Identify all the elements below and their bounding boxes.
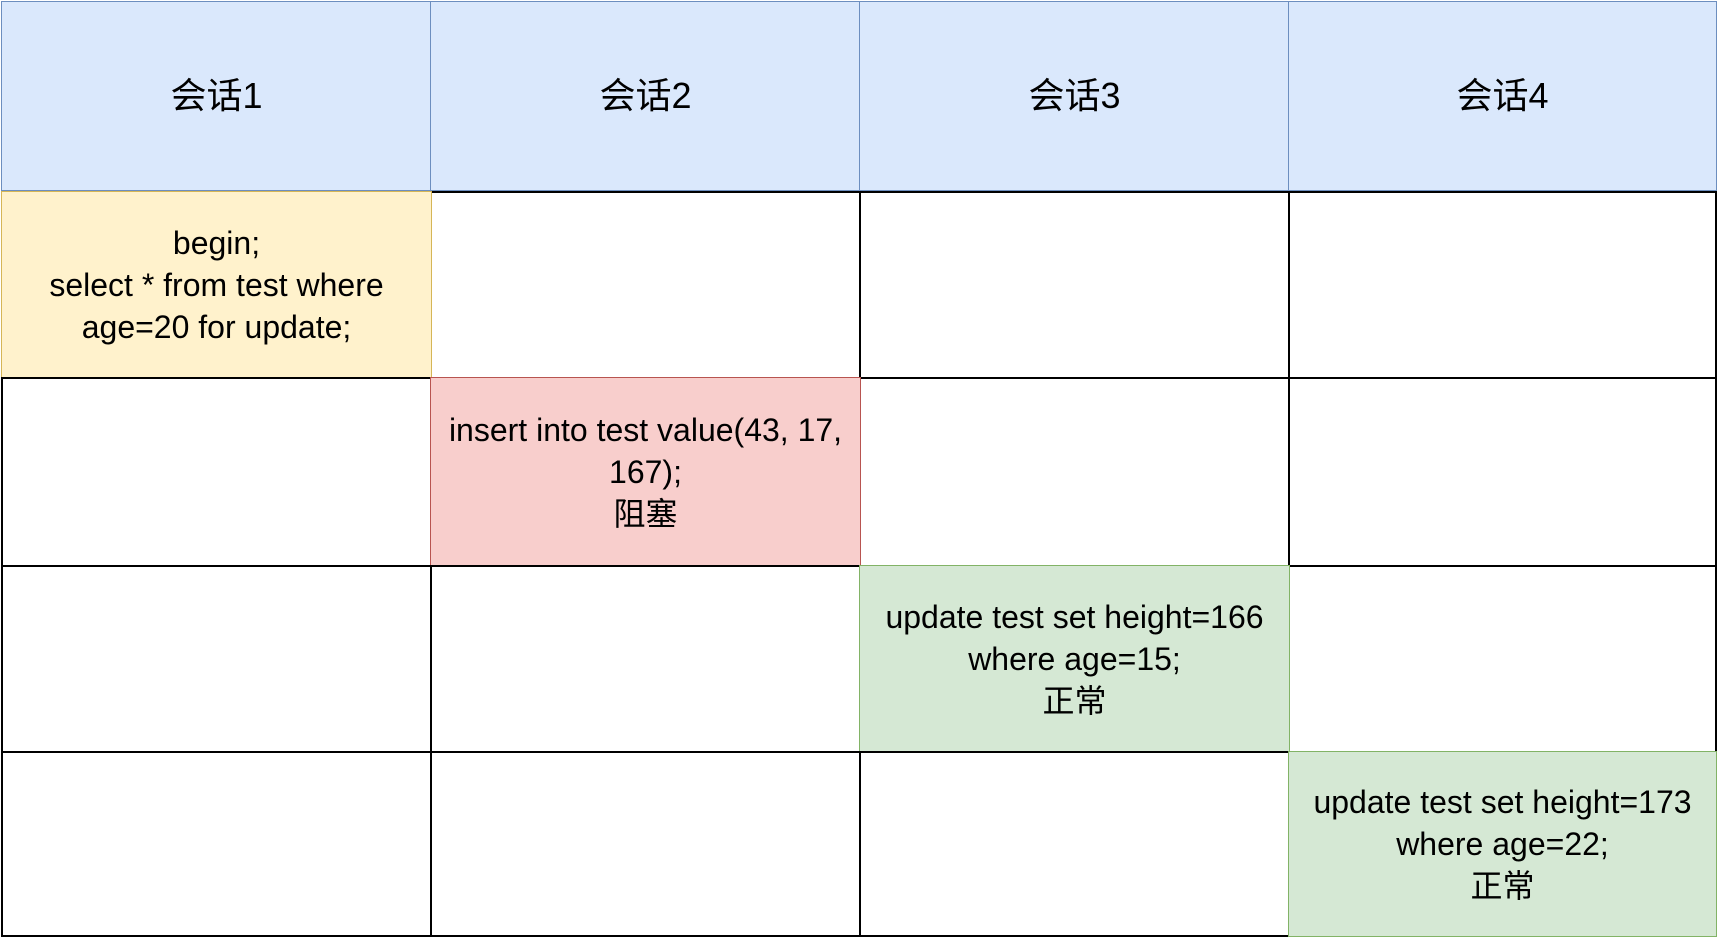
session-1-step: begin; select * from test where age=20 f… bbox=[1, 191, 432, 379]
header-session-1: 会话1 bbox=[1, 1, 432, 191]
empty-cell bbox=[859, 191, 1290, 379]
session-2-step: insert into test value(43, 17, 167); 阻塞 bbox=[430, 377, 861, 567]
session-timeline-table: 会话1 会话2 会话3 会话4 begin; select * from tes… bbox=[1, 1, 1717, 937]
empty-cell bbox=[1288, 377, 1717, 567]
empty-cell bbox=[859, 751, 1290, 937]
empty-cell bbox=[1288, 191, 1717, 379]
session-4-step: update test set height=173 where age=22;… bbox=[1288, 751, 1717, 937]
empty-cell bbox=[430, 565, 861, 753]
empty-cell bbox=[1288, 565, 1717, 753]
empty-cell bbox=[1, 565, 432, 753]
empty-cell bbox=[1, 377, 432, 567]
header-session-2: 会话2 bbox=[430, 1, 861, 191]
header-session-4: 会话4 bbox=[1288, 1, 1717, 191]
empty-cell bbox=[859, 377, 1290, 567]
empty-cell bbox=[430, 191, 861, 379]
header-session-3: 会话3 bbox=[859, 1, 1290, 191]
session-3-step: update test set height=166 where age=15;… bbox=[859, 565, 1290, 753]
empty-cell bbox=[1, 751, 432, 937]
empty-cell bbox=[430, 751, 861, 937]
